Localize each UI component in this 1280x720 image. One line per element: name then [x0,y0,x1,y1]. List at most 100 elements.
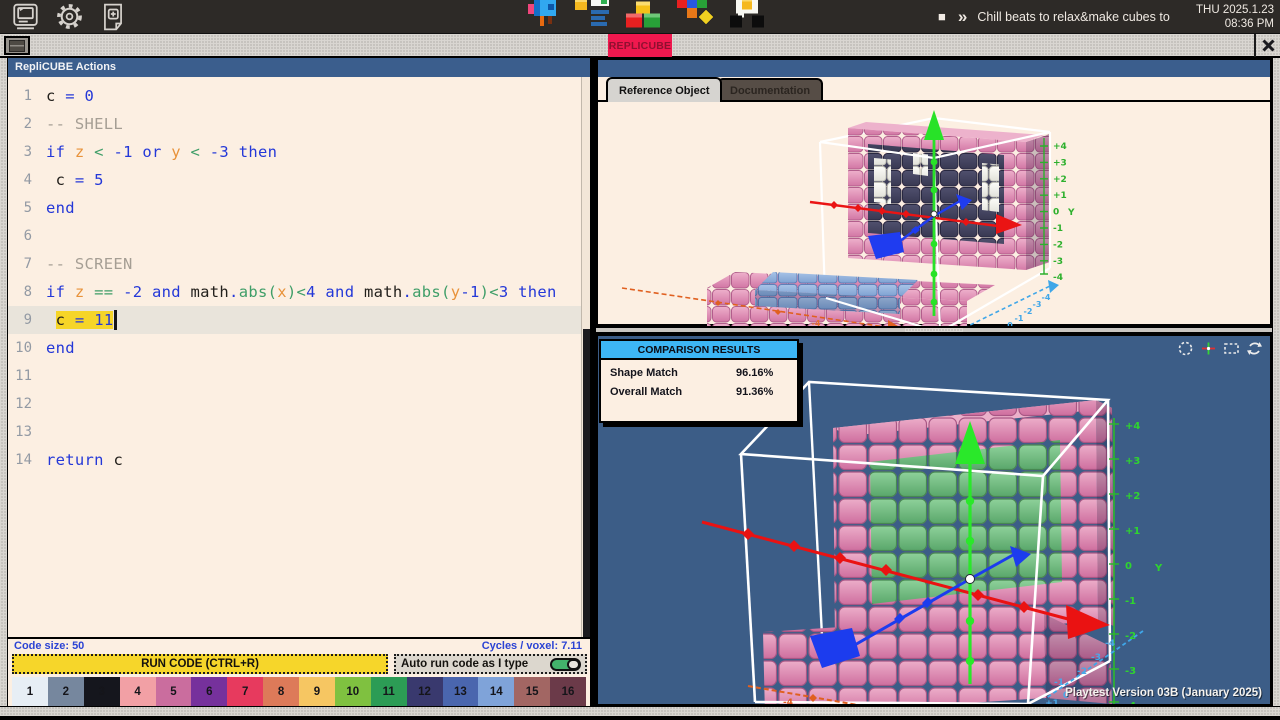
code-line[interactable]: 10end [8,334,590,362]
palette-color-14[interactable]: 14 [478,677,514,706]
display-icon[interactable] [12,3,39,30]
code-line[interactable]: 11 [8,362,590,390]
autorun-toggle[interactable] [550,658,581,671]
overall-match-label: Overall Match [610,386,736,398]
clock-time: 08:36 PM [1196,17,1274,31]
settings-gear-icon[interactable] [55,2,84,31]
code-line[interactable]: 5end [8,194,590,222]
tab-reference-object[interactable]: Reference Object [606,77,722,102]
palette-color-11[interactable]: 11 [371,677,407,706]
axis-label: -3 [1091,653,1101,663]
code-line[interactable]: 1c = 0 [8,82,590,110]
orbit-icon[interactable] [1177,340,1194,357]
window-right-edge [1272,58,1280,706]
line-number: 1 [8,88,32,104]
autorun-label: Auto run code as I type [401,658,528,670]
wireframe-back-edge [809,382,822,636]
cubes-stack-icon[interactable] [622,0,666,33]
axis-label: -3 [1033,300,1042,309]
axis-label: +1 [1045,699,1059,704]
code-scrollbar[interactable] [581,77,590,637]
palette-color-13[interactable]: 13 [443,677,479,706]
code-line[interactable]: 6 [8,222,590,250]
cube-checklist-icon[interactable] [573,0,613,33]
palette-color-10[interactable]: 10 [335,677,371,706]
replicube-game-screen: ■ » Chill beats to relax&make cubes to T… [0,0,1280,720]
palette-color-12[interactable]: 12 [407,677,443,706]
line-number: 2 [8,116,32,132]
music-skip-icon[interactable]: » [958,7,965,27]
mailbox-icon[interactable] [528,0,564,33]
reference-3d-viewport[interactable]: +4+3+2+10-1-2-3-4Y0-1-2-3-4-4 [598,100,1270,326]
axis-label: -4 [1042,293,1051,302]
cube-chat-icon[interactable] [726,0,770,33]
origin-axes-icon[interactable] [1200,340,1217,357]
line-number: 13 [8,424,32,440]
cycles-per-voxel-label: Cycles / voxel: 7.11 [482,640,582,652]
line-number: 10 [8,340,32,356]
axis-label: -2 [1053,240,1063,250]
axis-label: +3 [1125,456,1140,467]
axis-label: -4 [1105,639,1115,649]
window-title-tab[interactable]: REPLICUBE [608,34,672,57]
line-number: 5 [8,200,32,216]
viewport-controls [1177,340,1263,357]
code-line[interactable]: 12 [8,390,590,418]
editor-header: RepliCUBE Actions [8,58,590,77]
panel-splitter[interactable] [596,326,1272,334]
axis-label: +3 [1053,158,1067,168]
close-button[interactable] [1258,34,1278,57]
palette-color-16[interactable]: 16 [550,677,586,706]
color-grid-icon[interactable] [675,0,717,33]
music-stop-icon[interactable]: ■ [938,9,946,24]
code-line[interactable]: 8if z == -2 and math.abs(x)<4 and math.a… [8,278,590,306]
palette-color-6[interactable]: 6 [191,677,227,706]
palette-color-15[interactable]: 15 [514,677,550,706]
close-icon [1262,39,1275,52]
code-line[interactable]: 4 c = 5 [8,166,590,194]
axis-label: -4 [1053,273,1063,283]
code-scrollbar-handle[interactable] [583,329,590,637]
axis-label: +1 [1053,191,1067,201]
axis-label: -1 [1015,314,1024,323]
splitter-grip[interactable] [905,328,963,332]
new-file-icon[interactable] [100,3,126,31]
axis-label: -2 [1125,631,1136,642]
code-line[interactable]: 13 [8,418,590,446]
axis-label: +2 [1053,175,1067,185]
code-line[interactable]: 7-- SCREEN [8,250,590,278]
palette-color-3[interactable]: 3 [84,677,120,706]
palette-color-8[interactable]: 8 [263,677,299,706]
axis-label: -4 [1125,701,1136,704]
origin-dot [966,575,975,584]
palette-color-4[interactable]: 4 [120,677,156,706]
palette-color-7[interactable]: 7 [227,677,263,706]
rotate-view-icon[interactable] [1246,340,1263,357]
code-editor-panel: RepliCUBE Actions 1c = 02-- SHELL3if z <… [8,58,590,706]
music-track-title: Chill beats to relax&make cubes to [977,10,1169,24]
code-line[interactable]: 2-- SHELL [8,110,590,138]
palette-color-9[interactable]: 9 [299,677,335,706]
origin-dot [931,211,937,217]
titlebar-divider [1254,34,1256,57]
line-number: 7 [8,256,32,272]
run-code-button[interactable]: RUN CODE (CTRL+R) [12,654,388,674]
axis-label: -3 [1053,257,1063,267]
autorun-toggle-knob [567,659,580,670]
comparison-row: Shape Match 96.16% [610,367,788,379]
code-line[interactable]: 14return c [8,446,590,474]
tab-documentation[interactable]: Documentation [717,78,823,101]
code-editor[interactable]: 1c = 02-- SHELL3if z < -1 or y < -3 then… [8,77,590,637]
palette-color-2[interactable]: 2 [48,677,84,706]
code-line[interactable]: 9 c = 11 [8,306,590,334]
window-menu-button[interactable] [4,36,30,55]
axis-label: -2 [845,703,855,704]
shape-match-value: 96.16% [736,367,788,379]
selection-box-icon[interactable] [1223,340,1240,357]
axis-label: +4 [1053,142,1067,152]
palette-color-5[interactable]: 5 [156,677,192,706]
palette-color-1[interactable]: 1 [12,677,48,706]
code-line[interactable]: 3if z < -1 or y < -3 then [8,138,590,166]
axis-label: 0 [1125,561,1132,572]
comparison-results-panel: COMPARISON RESULTS Shape Match 96.16% Ov… [599,339,799,423]
